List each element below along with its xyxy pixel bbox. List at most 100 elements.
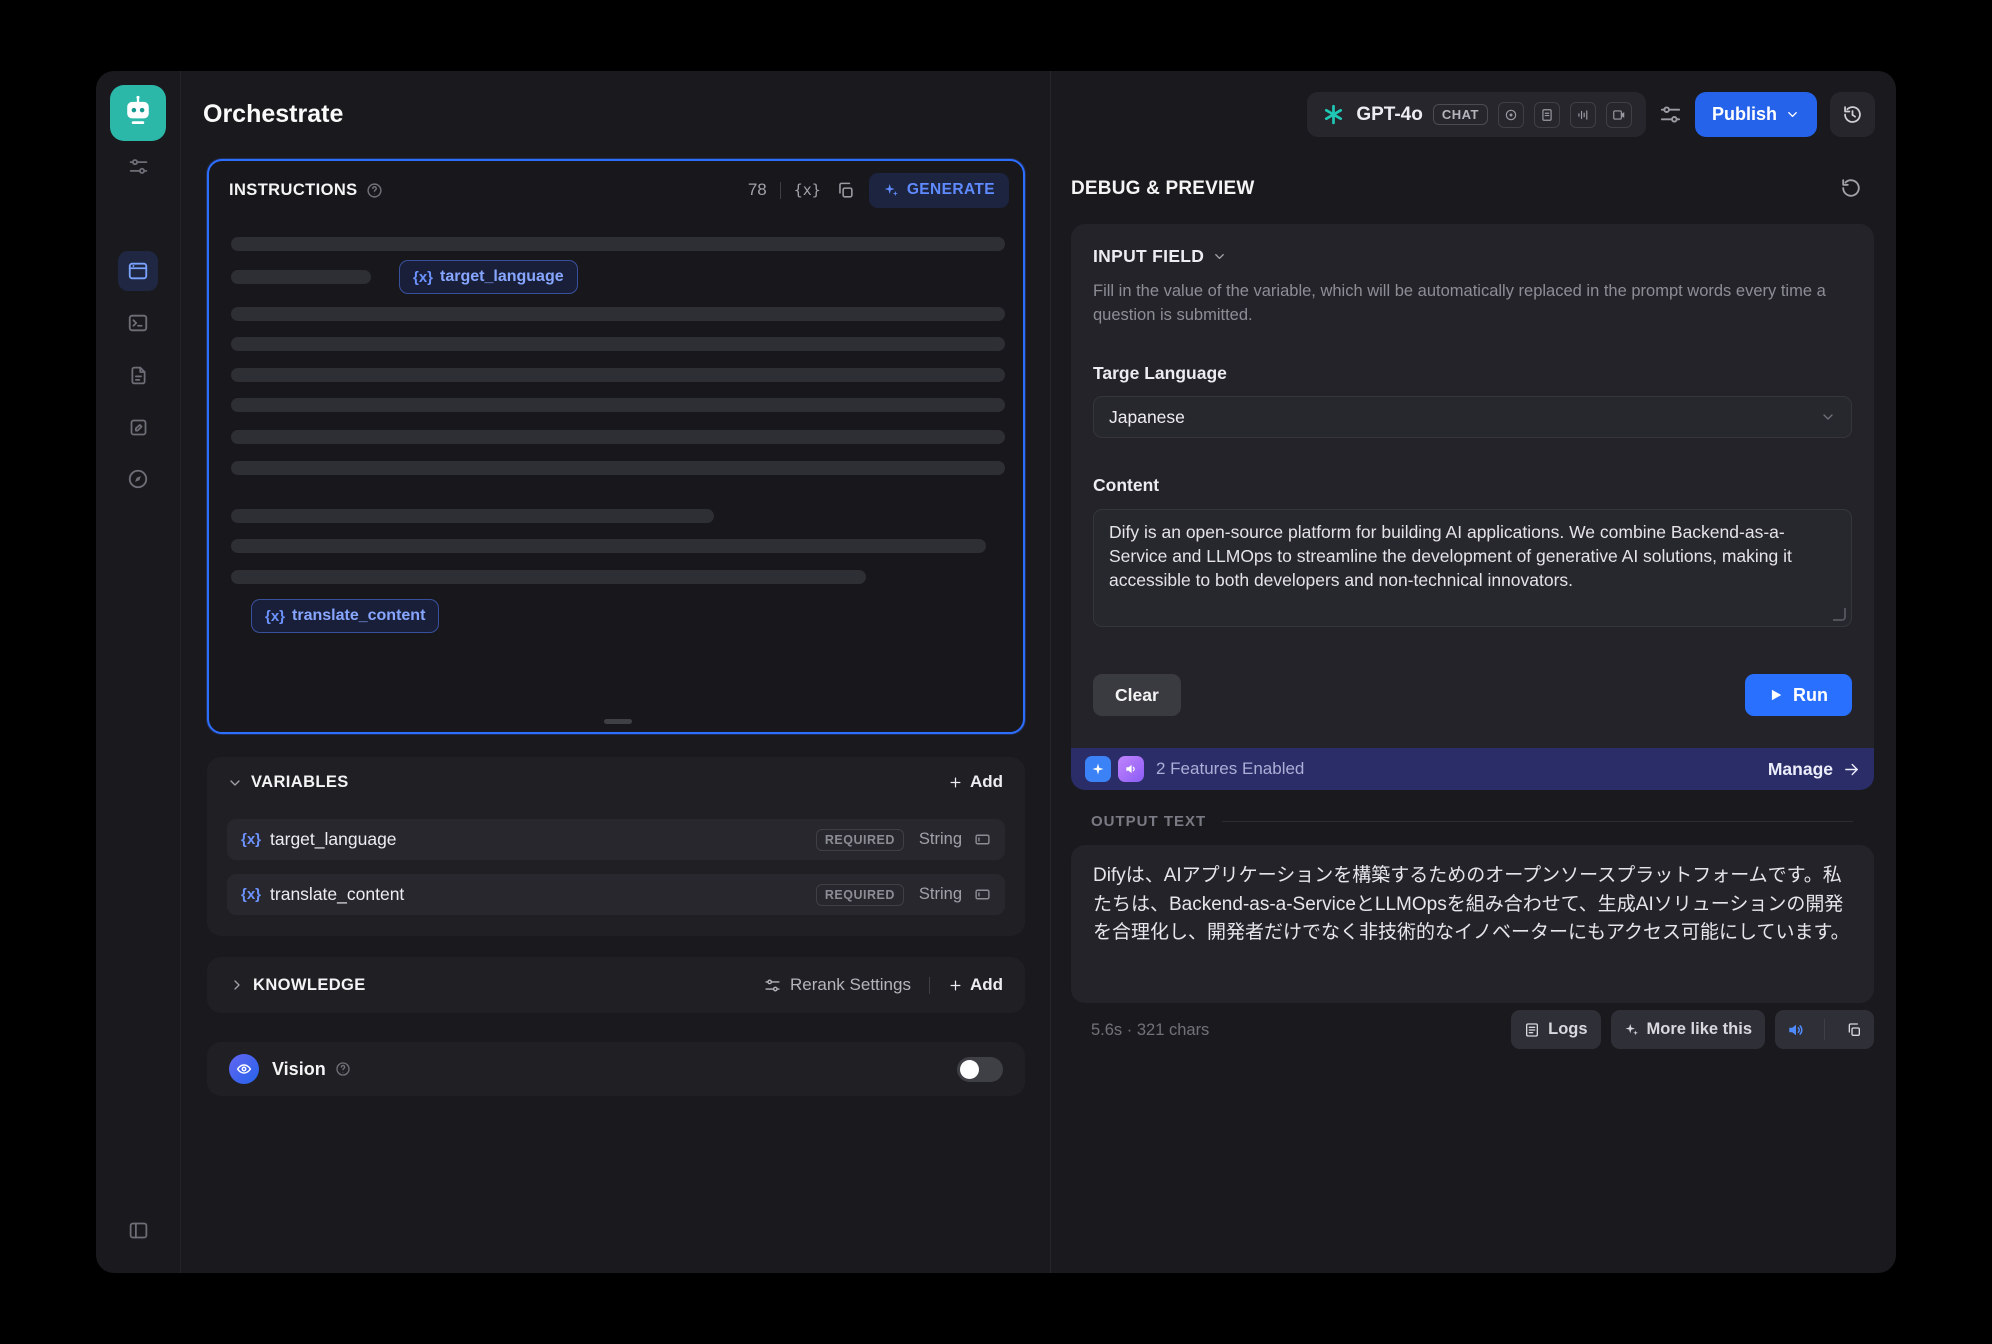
document-mode-icon [1534,102,1560,128]
manage-features-button[interactable]: Manage [1768,759,1860,780]
features-bar: 2 Features Enabled Manage [1071,748,1874,790]
sidebar-item-api[interactable] [118,303,158,343]
sidebar-item-monitoring[interactable] [118,459,158,499]
variables-header[interactable]: VARIABLES [227,773,349,792]
content-value: Dify is an open-source platform for buil… [1109,521,1836,593]
content-textarea[interactable]: Dify is an open-source platform for buil… [1093,509,1852,627]
divider [1824,1019,1825,1040]
publish-button[interactable]: Publish [1695,92,1817,137]
vision-section: Vision [207,1042,1025,1096]
logs-label: Logs [1548,1020,1587,1039]
model-parameters-icon[interactable] [1659,103,1682,126]
variable-name: translate_content [270,884,404,905]
variable-prefix: {x} [265,608,285,625]
input-field-title: INPUT FIELD [1093,246,1204,267]
output-meta: 5.6s · 321 chars [1091,1010,1209,1050]
add-label: Add [970,772,1003,792]
run-label: Run [1793,685,1828,706]
restart-debug-icon[interactable] [1840,177,1862,199]
add-knowledge-button[interactable]: Add [948,975,1003,995]
divider [1222,821,1853,822]
chevron-down-icon [1820,409,1836,425]
audio-mode-icon [1570,102,1596,128]
copy-prompt-icon[interactable] [836,181,855,200]
knowledge-title: KNOWLEDGE [253,976,366,995]
agent-feature-icon [1085,756,1111,782]
run-button[interactable]: Run [1745,674,1852,716]
language-value: Japanese [1109,407,1185,428]
input-field-header[interactable]: INPUT FIELD [1093,246,1227,267]
resize-handle[interactable] [604,719,632,724]
plus-icon [948,978,963,993]
instructions-panel[interactable]: INSTRUCTIONS 78 {x} GENERATE [207,159,1025,734]
page-title: Orchestrate [203,100,343,129]
output-header: OUTPUT TEXT [1091,813,1853,830]
required-badge: REQUIRED [816,829,904,851]
language-label: Targe Language [1093,363,1227,384]
instructions-header: INSTRUCTIONS 78 {x} GENERATE [209,161,1023,219]
input-field-type-icon[interactable] [974,831,991,848]
sparkles-icon [1624,1022,1639,1037]
sidebar-item-logs[interactable] [118,355,158,395]
resize-corner-icon[interactable] [1833,608,1846,621]
chevron-down-icon [1212,249,1227,264]
variable-chip-translate-content[interactable]: {x} translate_content [251,599,439,633]
input-field-description: Fill in the value of the variable, which… [1093,280,1841,328]
sidebar-item-annotations[interactable] [118,407,158,447]
rerank-settings-button[interactable]: Rerank Settings [764,975,911,995]
text-to-speech-icon [1118,756,1144,782]
variable-prefix: {x} [413,269,433,286]
sidebar-item-orchestrate[interactable] [118,251,158,291]
instructions-title: INSTRUCTIONS [229,181,358,200]
more-like-this-label: More like this [1647,1020,1752,1039]
more-like-this-button[interactable]: More like this [1611,1010,1765,1049]
debug-preview-title: DEBUG & PREVIEW [1071,178,1255,200]
topbar-actions: GPT-4o CHAT Publish [1307,92,1875,137]
output-title: OUTPUT TEXT [1091,813,1206,830]
version-history-button[interactable] [1830,92,1875,137]
variable-chip-target-language[interactable]: {x} target_language [399,260,578,294]
robot-icon [121,94,155,133]
vision-label: Vision [272,1059,326,1080]
generate-button[interactable]: GENERATE [869,173,1009,208]
vision-icon [229,1054,259,1084]
app-logo[interactable] [110,85,166,141]
add-variable-button[interactable]: Add [948,772,1003,792]
audio-copy-group [1775,1010,1874,1049]
vision-toggle[interactable] [957,1057,1003,1082]
rerank-settings-label: Rerank Settings [790,975,911,995]
play-icon [1769,688,1783,702]
variable-name: target_language [270,829,397,850]
language-select[interactable]: Japanese [1093,396,1852,438]
variable-row[interactable]: {x} target_language REQUIRED String [227,819,1005,860]
collapse-sidebar-button[interactable] [118,1210,158,1250]
chevron-right-icon[interactable] [229,977,245,993]
output-text: Difyは、AIアプリケーションを構築するためのオープンソースプラットフォームで… [1093,862,1852,948]
chevron-down-icon [227,775,243,791]
app-window: Orchestrate GPT-4o CHAT Publish [96,71,1896,1273]
clear-button[interactable]: Clear [1093,674,1181,716]
content-label: Content [1093,475,1159,496]
model-selector[interactable]: GPT-4o CHAT [1307,92,1646,137]
speaker-icon[interactable] [1775,1010,1816,1049]
output-actions: Logs More like this [1511,1010,1874,1049]
variables-title: VARIABLES [251,773,349,792]
insert-variable-icon[interactable]: {x} [794,181,821,199]
variable-prefix: {x} [241,886,261,903]
arrow-right-icon [1843,761,1860,778]
variable-name: translate_content [292,607,425,625]
agent-mode-icon [1498,102,1524,128]
sidebar [96,71,181,1273]
input-field-type-icon[interactable] [974,886,991,903]
clear-label: Clear [1115,685,1159,706]
help-icon[interactable] [366,182,383,199]
logs-button[interactable]: Logs [1511,1010,1600,1049]
copy-output-icon[interactable] [1833,1010,1874,1049]
help-icon[interactable] [335,1061,351,1077]
chevron-down-icon [1785,107,1800,122]
variable-type: String [919,885,962,904]
features-status: 2 Features Enabled [1156,759,1304,779]
variable-row[interactable]: {x} translate_content REQUIRED String [227,874,1005,915]
orchestrate-settings-icon[interactable] [118,146,158,186]
openai-logo-icon [1321,102,1346,127]
